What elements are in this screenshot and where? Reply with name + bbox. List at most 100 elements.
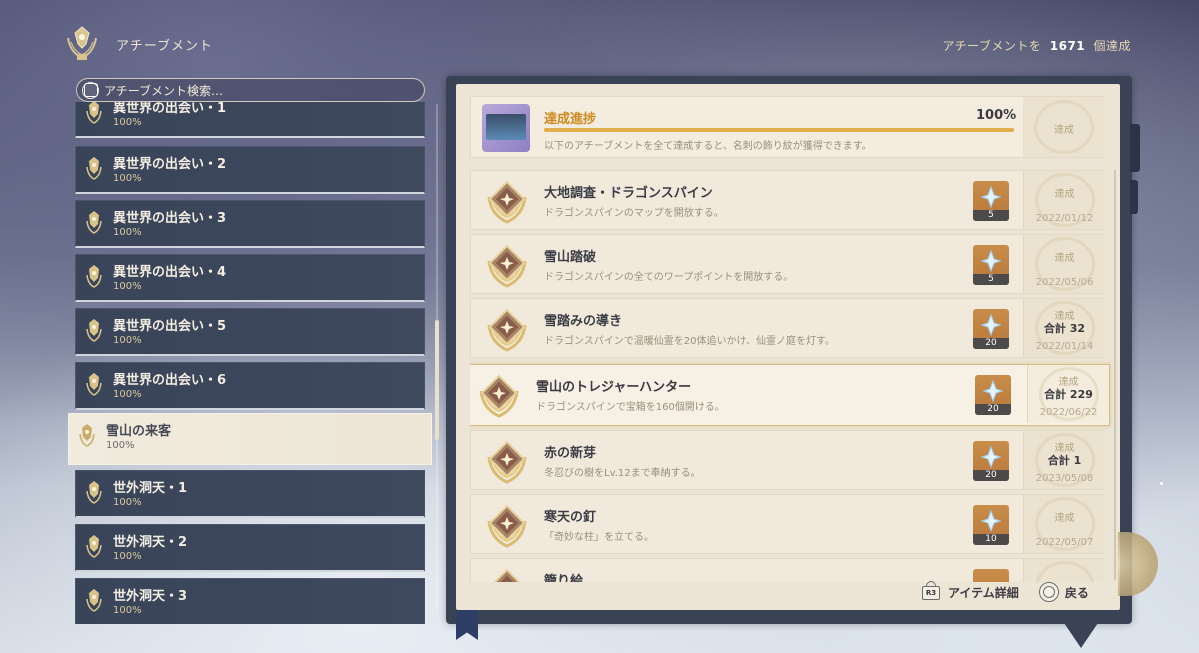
category-percent: 100% (113, 227, 142, 238)
achievement-status: 達成 2022/05/07 (1023, 495, 1105, 553)
primogem-icon (981, 314, 1001, 336)
completion-date: 2022/01/12 (1035, 213, 1094, 224)
progress-percent: 100% (976, 108, 1017, 123)
category-item[interactable]: 異世界の出会い・4 100% (75, 254, 425, 302)
achievement-list[interactable]: 達成進捗 100% 以下のアチーブメントを全て達成すると、名刺の飾り紋が獲得でき… (470, 96, 1114, 582)
category-item[interactable]: 世外洞天・3 100% (75, 578, 425, 624)
gold-medal-icon (487, 244, 527, 288)
achievement-title: 大地調査・ドラゴンスパイン (544, 186, 713, 201)
bookmark-ribbon (456, 610, 478, 640)
item-details-label[interactable]: アイテム詳細 (948, 584, 1019, 601)
category-item[interactable]: 異世界の出会い・3 100% (75, 200, 425, 248)
progress-bar (544, 128, 1014, 132)
status-total: 合計 32 (1043, 322, 1086, 335)
primogem-reward[interactable]: 5 (973, 181, 1009, 221)
category-item-selected[interactable]: 雪山の来客 100% (68, 413, 432, 465)
achievement-count: アチーブメントを 1671 個達成 (942, 37, 1131, 54)
primogem-icon (981, 186, 1001, 208)
achievement-status: 達成 2022/05/06 (1023, 235, 1105, 293)
primogem-reward[interactable]: 20 (973, 441, 1009, 481)
status-total: 合計 229 (1044, 388, 1093, 401)
square-glyph-icon (83, 83, 98, 97)
category-name: 異世界の出会い・5 (113, 319, 227, 334)
category-percent: 100% (113, 281, 142, 292)
achievement-title: 雪踏みの導き (544, 314, 623, 329)
achievement-row[interactable]: 雪山踏破 ドラゴンスパインの全てのワープポイントを開放する。 5 達成 2022… (470, 234, 1105, 294)
achievement-status: 達成 合計 1 2023/05/08 (1023, 431, 1105, 489)
reward-quantity: 5 (973, 274, 1009, 285)
back-label[interactable]: 戻る (1065, 584, 1089, 601)
completion-date: 2022/06/22 (1039, 407, 1098, 418)
square-button-icon (82, 81, 99, 99)
category-scrollbar-thumb[interactable] (435, 320, 439, 440)
category-percent: 100% (113, 551, 142, 562)
achievement-description: 冬忍びの樹をLv.12まで奉納する。 (544, 468, 701, 479)
achievement-row[interactable]: 大地調査・ドラゴンスパイン ドラゴンスパインのマップを開放する。 5 達成 20… (470, 170, 1105, 230)
book-tab (1130, 124, 1140, 172)
reward-quantity: 20 (975, 404, 1011, 415)
page-title: アチーブメント (116, 38, 213, 54)
search-input[interactable]: アチーブメント検索… (76, 78, 425, 102)
category-list[interactable]: 異世界の出会い・1 100% 異世界の出会い・2 100% 異世界の出会い・3 … (68, 102, 434, 624)
r3-button-icon[interactable]: R3 (920, 581, 942, 603)
progress-title: 達成進捗 (544, 112, 597, 127)
category-item[interactable]: 世外洞天・1 100% (75, 470, 425, 518)
category-percent: 100% (113, 605, 142, 616)
primogem-reward[interactable]: 10 (973, 505, 1009, 545)
status-label: 達成 (1054, 125, 1074, 136)
reward-quantity: 10 (973, 534, 1009, 545)
r3-label: R3 (922, 586, 940, 600)
progress-description: 以下のアチーブメントを全て達成すると、名刺の飾り紋が獲得できます。 (544, 141, 872, 152)
completed-stamp-icon (1035, 561, 1095, 582)
status-label: 達成 (1054, 189, 1075, 200)
achievement-row[interactable]: 雪踏みの導き ドラゴンスパインで温暖仙霊を20体追いかけ、仙霊ノ庭を灯す。 20… (470, 298, 1105, 358)
category-medal-icon (86, 157, 102, 180)
category-medal-icon (86, 535, 102, 558)
achievement-description: ドラゴンスパインの全てのワープポイントを開放する。 (544, 272, 794, 283)
category-item[interactable]: 異世界の出会い・6 100% (75, 362, 425, 410)
gold-medal-icon (479, 374, 519, 418)
category-percent: 100% (106, 440, 135, 451)
achievement-row-selected[interactable]: 雪山のトレジャーハンター ドラゴンスパインで宝箱を160個開ける。 20 達成 … (470, 364, 1110, 426)
achievement-row[interactable]: 赤の新芽 冬忍びの樹をLv.12まで奉納する。 20 達成 合計 1 2023/… (470, 430, 1105, 490)
achievement-status (1023, 559, 1105, 582)
achievement-description: ドラゴンスパインで宝箱を160個開ける。 (536, 402, 725, 413)
category-percent: 100% (113, 173, 142, 184)
snowflake-particle (1160, 482, 1163, 485)
reward-quantity: 20 (973, 338, 1009, 349)
category-name: 異世界の出会い・2 (113, 157, 227, 172)
achievement-row[interactable]: 寒天の釘 「奇妙な柱」を立てる。 10 達成 2022/05/07 (470, 494, 1105, 554)
category-name: 世外洞天・2 (113, 535, 188, 550)
status-total: 合計 1 (1047, 454, 1082, 467)
achievement-title: 寒天の釘 (544, 510, 597, 525)
category-percent: 100% (113, 389, 142, 400)
category-item[interactable]: 異世界の出会い・2 100% (75, 146, 425, 194)
primogem-reward[interactable]: 20 (973, 309, 1009, 349)
reward-quantity: 20 (973, 470, 1009, 481)
achievement-scrollbar[interactable] (1114, 170, 1116, 580)
completion-date: 2023/05/08 (1035, 473, 1094, 484)
achievement-title: 雪山踏破 (544, 250, 597, 265)
progress-bar-fill (544, 128, 1014, 132)
achievement-row[interactable]: 籠り絵 (470, 558, 1105, 582)
primogem-reward[interactable]: 20 (975, 375, 1011, 415)
achievement-description: 「奇妙な柱」を立てる。 (544, 532, 654, 543)
completion-date: 2022/05/06 (1035, 277, 1094, 288)
category-item[interactable]: 世外洞天・2 100% (75, 524, 425, 572)
category-item[interactable]: 異世界の出会い・5 100% (75, 308, 425, 356)
achievement-count-prefix: アチーブメントを (942, 39, 1042, 53)
circle-button-icon[interactable] (1038, 582, 1059, 602)
primogem-icon (981, 510, 1001, 532)
achievement-status: 達成 合計 32 2022/01/14 (1023, 299, 1105, 357)
progress-status: 達成 (1023, 97, 1105, 157)
category-medal-icon (86, 319, 102, 342)
decorative-orb (1118, 532, 1158, 596)
reward-quantity: 5 (973, 210, 1009, 221)
category-percent: 100% (113, 497, 142, 508)
category-item[interactable]: 異世界の出会い・1 100% (75, 102, 425, 138)
progress-panel: 達成進捗 100% 以下のアチーブメントを全て達成すると、名刺の飾り紋が獲得でき… (470, 96, 1105, 158)
achievement-status: 達成 2022/01/12 (1023, 171, 1105, 229)
completion-date: 2022/05/07 (1035, 537, 1094, 548)
primogem-reward[interactable]: 5 (973, 245, 1009, 285)
achievement-status: 達成 合計 229 2022/06/22 (1027, 365, 1109, 423)
